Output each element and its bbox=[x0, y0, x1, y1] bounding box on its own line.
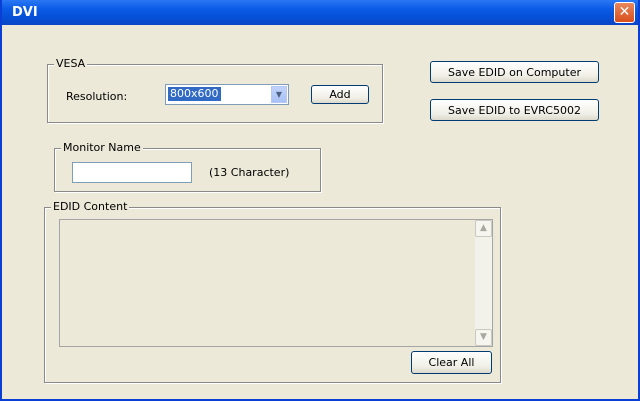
monitor-name-group: Monitor Name (13 Character) bbox=[54, 141, 321, 192]
save-edid-computer-button[interactable]: Save EDID on Computer bbox=[430, 61, 599, 83]
resolution-label: Resolution: bbox=[66, 90, 128, 103]
close-button[interactable]: ✕ bbox=[614, 2, 635, 23]
edid-content-textarea[interactable]: ▲ ▼ bbox=[59, 219, 493, 347]
save-edid-device-button[interactable]: Save EDID to EVRC5002 bbox=[430, 99, 599, 121]
monitor-name-hint: (13 Character) bbox=[209, 166, 290, 179]
dvi-dialog: DVI ✕ VESA Resolution: 800x600 ▼ Add Sav… bbox=[0, 0, 640, 401]
vesa-group: VESA Resolution: 800x600 ▼ Add bbox=[47, 57, 383, 123]
edid-content-legend: EDID Content bbox=[51, 200, 130, 213]
edid-content-group: EDID Content ▲ ▼ Clear All bbox=[44, 200, 501, 383]
window-title: DVI bbox=[12, 5, 38, 20]
monitor-name-input[interactable] bbox=[72, 162, 192, 183]
clear-all-button[interactable]: Clear All bbox=[411, 351, 492, 374]
scroll-up-icon[interactable]: ▲ bbox=[475, 220, 492, 237]
title-bar[interactable]: DVI ✕ bbox=[2, 0, 638, 25]
monitor-name-legend: Monitor Name bbox=[61, 141, 143, 154]
edid-scrollbar[interactable]: ▲ ▼ bbox=[475, 220, 492, 346]
resolution-select[interactable]: 800x600 ▼ bbox=[165, 84, 289, 105]
close-icon: ✕ bbox=[618, 4, 631, 20]
dropdown-arrow-icon[interactable]: ▼ bbox=[271, 86, 287, 103]
scroll-down-icon[interactable]: ▼ bbox=[475, 329, 492, 346]
resolution-value: 800x600 bbox=[168, 87, 221, 101]
add-button[interactable]: Add bbox=[311, 85, 369, 104]
vesa-legend: VESA bbox=[54, 57, 88, 70]
